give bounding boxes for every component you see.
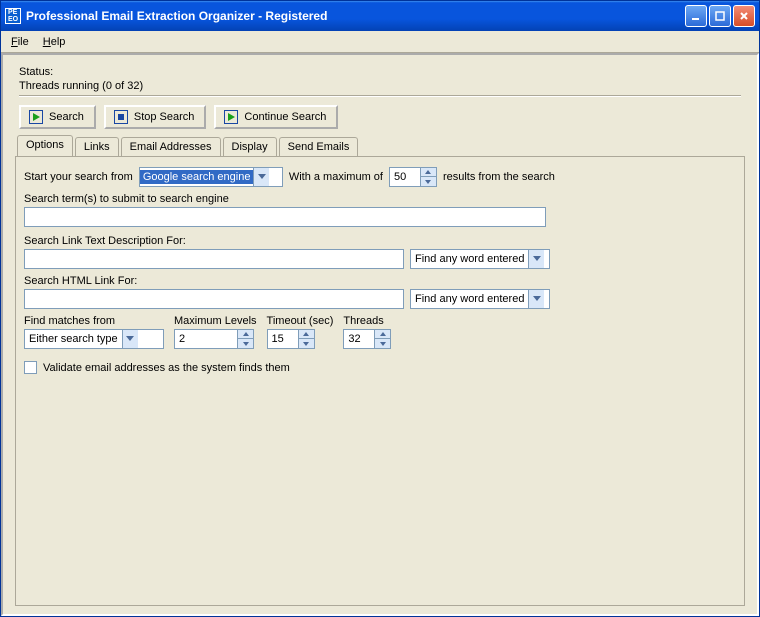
threads-value: 32	[344, 333, 374, 345]
spin-up-icon[interactable]	[374, 330, 390, 339]
chevron-down-icon	[528, 250, 544, 268]
tab-display[interactable]: Display	[223, 137, 277, 157]
max-suffix: results from the search	[443, 171, 555, 183]
max-label: With a maximum of	[289, 171, 383, 183]
search-button-label: Search	[49, 111, 84, 123]
continue-search-button[interactable]: Continue Search	[214, 105, 338, 129]
link-desc-mode-value: Find any word entered	[411, 253, 528, 265]
close-button[interactable]	[733, 5, 755, 27]
threads-spinner[interactable]: 32	[343, 329, 391, 349]
chevron-down-icon	[122, 330, 138, 348]
find-from-value: Either search type	[25, 333, 122, 345]
spin-down-icon[interactable]	[374, 339, 390, 348]
status-area: Status: Threads running (0 of 32)	[15, 63, 745, 101]
html-link-input[interactable]	[24, 289, 404, 309]
chevron-down-icon	[253, 168, 269, 186]
html-link-label: Search HTML Link For:	[24, 275, 736, 287]
spin-down-icon[interactable]	[420, 177, 436, 186]
validate-label: Validate email addresses as the system f…	[43, 362, 290, 374]
timeout-label: Timeout (sec)	[267, 315, 334, 327]
tab-links[interactable]: Links	[75, 137, 119, 157]
max-results-value: 50	[390, 171, 420, 183]
tab-email-addresses[interactable]: Email Addresses	[121, 137, 221, 157]
titlebar: PEEO Professional Email Extraction Organ…	[1, 1, 759, 31]
maximize-button[interactable]	[709, 5, 731, 27]
link-desc-input[interactable]	[24, 249, 404, 269]
timeout-value: 15	[268, 333, 298, 345]
link-desc-label: Search Link Text Description For:	[24, 235, 736, 247]
search-button[interactable]: Search	[19, 105, 96, 129]
spin-down-icon[interactable]	[237, 339, 253, 348]
find-from-select[interactable]: Either search type	[24, 329, 164, 349]
status-threads: Threads running (0 of 32)	[19, 79, 741, 93]
html-link-mode-select[interactable]: Find any word entered	[410, 289, 550, 309]
spin-down-icon[interactable]	[298, 339, 314, 348]
max-levels-spinner[interactable]: 2	[174, 329, 254, 349]
start-search-label: Start your search from	[24, 171, 133, 183]
stop-search-button[interactable]: Stop Search	[104, 105, 207, 129]
stop-search-label: Stop Search	[134, 111, 195, 123]
validate-checkbox[interactable]	[24, 361, 37, 374]
menu-file[interactable]: File	[5, 34, 35, 50]
link-desc-mode-select[interactable]: Find any word entered	[410, 249, 550, 269]
search-term-label: Search term(s) to submit to search engin…	[24, 193, 736, 205]
spin-up-icon[interactable]	[298, 330, 314, 339]
menu-help[interactable]: Help	[37, 34, 72, 50]
max-levels-label: Maximum Levels	[174, 315, 257, 327]
tab-send-emails[interactable]: Send Emails	[279, 137, 359, 157]
tab-options[interactable]: Options	[17, 135, 73, 156]
app-window: PEEO Professional Email Extraction Organ…	[0, 0, 760, 617]
play-icon	[224, 110, 238, 124]
find-from-label: Find matches from	[24, 315, 164, 327]
max-results-spinner[interactable]: 50	[389, 167, 437, 187]
spin-up-icon[interactable]	[420, 168, 436, 177]
tabstrip: Options Links Email Addresses Display Se…	[17, 135, 745, 156]
threads-label: Threads	[343, 315, 391, 327]
minimize-button[interactable]	[685, 5, 707, 27]
timeout-spinner[interactable]: 15	[267, 329, 315, 349]
max-levels-value: 2	[175, 333, 237, 345]
continue-search-label: Continue Search	[244, 111, 326, 123]
spin-up-icon[interactable]	[237, 330, 253, 339]
client-area: Status: Threads running (0 of 32) Search…	[1, 53, 759, 616]
html-link-mode-value: Find any word entered	[411, 293, 528, 305]
stop-icon	[114, 110, 128, 124]
status-label: Status:	[19, 65, 741, 79]
window-title: Professional Email Extraction Organizer …	[26, 9, 685, 23]
search-engine-value: Google search engine	[140, 170, 254, 184]
app-icon: PEEO	[5, 8, 21, 24]
search-engine-select[interactable]: Google search engine	[139, 167, 283, 187]
menubar: File Help	[1, 31, 759, 53]
search-term-input[interactable]	[24, 207, 546, 227]
play-icon	[29, 110, 43, 124]
options-panel: Start your search from Google search eng…	[15, 156, 745, 606]
chevron-down-icon	[528, 290, 544, 308]
toolbar: Search Stop Search Continue Search	[19, 105, 745, 129]
